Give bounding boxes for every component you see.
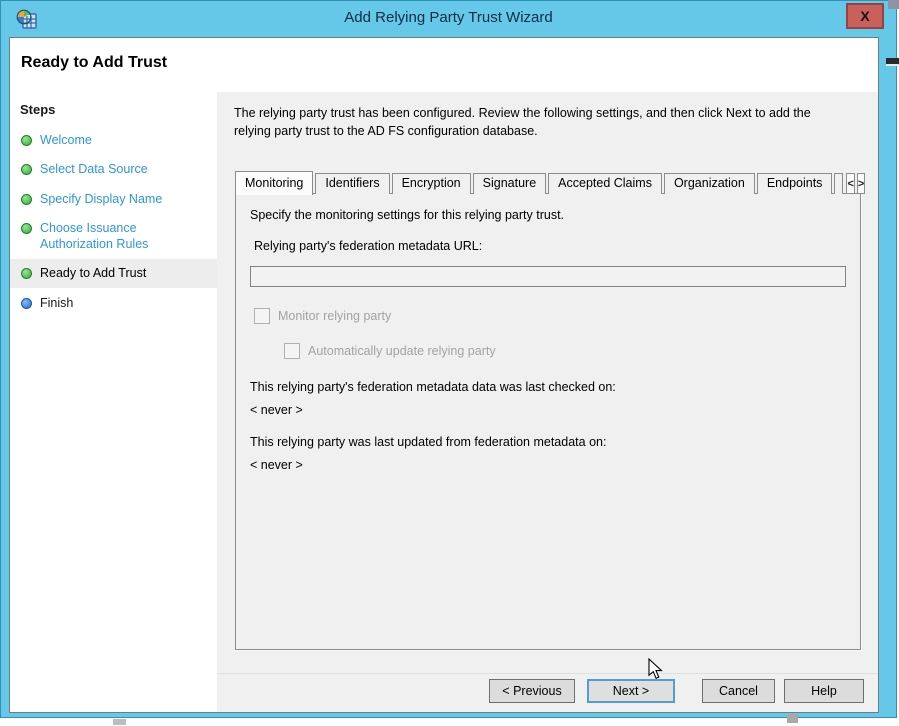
wizard-window: Add Relying Party Trust Wizard X Ready t… (0, 0, 897, 718)
step-label: Choose Issuance Authorization Rules (40, 220, 185, 253)
background-artifact (886, 58, 899, 66)
last-updated-value: < never > (250, 458, 303, 472)
page-header: Ready to Add Trust (10, 38, 878, 92)
checkbox-icon[interactable] (254, 308, 270, 324)
background-artifact (113, 719, 126, 725)
dialog-content: Ready to Add Trust Steps Welcome Select … (9, 37, 879, 713)
last-updated-label: This relying party was last updated from… (250, 435, 606, 449)
steps-heading: Steps (20, 102, 55, 117)
monitoring-instruction: Specify the monitoring settings for this… (250, 208, 564, 222)
background-artifact (787, 714, 798, 723)
settings-tab-control: Monitoring Identifiers Encryption Signat… (235, 170, 861, 650)
tab-notes-truncated[interactable]: N (834, 173, 843, 194)
completed-step-icon (21, 268, 32, 279)
step-ready-to-add-trust: Ready to Add Trust (10, 259, 217, 287)
tab-encryption[interactable]: Encryption (392, 173, 471, 194)
checkbox-label: Monitor relying party (278, 309, 391, 323)
tab-signature[interactable]: Signature (473, 173, 547, 194)
tab-monitoring[interactable]: Monitoring (235, 171, 313, 195)
tab-scroll-left-button[interactable]: < (846, 173, 854, 194)
tab-accepted-claims[interactable]: Accepted Claims (548, 173, 662, 194)
completed-step-icon (21, 164, 32, 175)
step-label: Specify Display Name (40, 191, 162, 207)
main-pane: The relying party trust has been configu… (217, 92, 878, 712)
step-finish: Finish (10, 289, 217, 317)
monitor-relying-party-checkbox[interactable]: Monitor relying party (254, 308, 391, 324)
tab-identifiers[interactable]: Identifiers (315, 173, 389, 194)
step-select-data-source: Select Data Source (10, 155, 217, 183)
steps-sidebar: Steps Welcome Select Data Source Specify… (10, 92, 217, 712)
footer-divider (217, 673, 878, 674)
step-label: Welcome (40, 132, 92, 148)
page-title: Ready to Add Trust (21, 54, 167, 72)
tab-strip: Monitoring Identifiers Encryption Signat… (235, 170, 861, 194)
steps-list: Welcome Select Data Source Specify Displ… (10, 126, 217, 318)
mouse-cursor-icon (648, 658, 664, 685)
step-label: Ready to Add Trust (40, 265, 146, 281)
monitoring-tab-panel: Specify the monitoring settings for this… (235, 193, 861, 650)
previous-button[interactable]: < Previous (489, 679, 575, 703)
titlebar[interactable]: Add Relying Party Trust Wizard X (1, 1, 896, 37)
checkbox-label: Automatically update relying party (308, 344, 496, 358)
pending-step-icon (21, 298, 32, 309)
background-artifact (888, 0, 899, 9)
tab-endpoints[interactable]: Endpoints (757, 173, 833, 194)
tab-scroll-right-button[interactable]: > (857, 173, 865, 194)
help-button[interactable]: Help (784, 679, 864, 703)
completed-step-icon (21, 135, 32, 146)
checkbox-icon[interactable] (284, 343, 300, 359)
metadata-url-input[interactable] (250, 266, 846, 287)
step-choose-issuance-authorization-rules: Choose Issuance Authorization Rules (10, 214, 217, 259)
completed-step-icon (21, 194, 32, 205)
close-button[interactable]: X (846, 3, 884, 29)
step-label: Select Data Source (40, 161, 148, 177)
cancel-button[interactable]: Cancel (702, 679, 775, 703)
step-welcome: Welcome (10, 126, 217, 154)
last-checked-label: This relying party's federation metadata… (250, 380, 616, 394)
last-checked-value: < never > (250, 403, 303, 417)
window-title: Add Relying Party Trust Wizard (1, 9, 896, 26)
completed-step-icon (21, 223, 32, 234)
step-label: Finish (40, 295, 73, 311)
tab-organization[interactable]: Organization (664, 173, 755, 194)
wizard-description: The relying party trust has been configu… (234, 104, 848, 140)
step-specify-display-name: Specify Display Name (10, 185, 217, 213)
metadata-url-label: Relying party's federation metadata URL: (254, 239, 482, 253)
auto-update-relying-party-checkbox[interactable]: Automatically update relying party (284, 343, 496, 359)
